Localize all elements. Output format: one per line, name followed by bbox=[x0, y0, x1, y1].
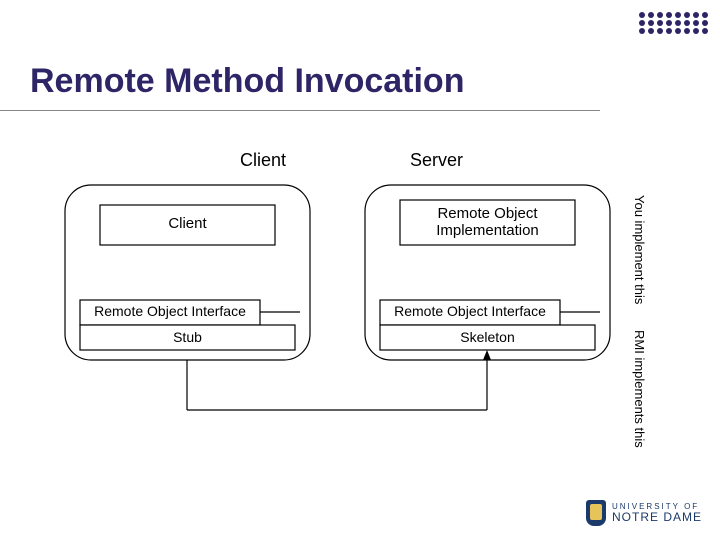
skeleton-label: Skeleton bbox=[380, 329, 595, 345]
server-interface-label: Remote Object Interface bbox=[380, 303, 560, 319]
slide-title: Remote Method Invocation bbox=[30, 62, 464, 101]
annotation-rmi-implements: RMI implements this bbox=[632, 330, 647, 448]
university-logo: UNIVERSITY OF NOTRE DAME bbox=[586, 500, 702, 526]
stub-label: Stub bbox=[80, 329, 295, 345]
column-label-client: Client bbox=[240, 150, 286, 171]
server-impl-line1: Remote Object bbox=[400, 205, 575, 222]
shield-icon bbox=[586, 500, 606, 526]
client-box-label: Client bbox=[100, 215, 275, 232]
title-underline bbox=[0, 110, 600, 111]
server-impl-line2: Implementation bbox=[400, 222, 575, 239]
annotation-you-implement: You implement this bbox=[632, 195, 647, 304]
column-label-server: Server bbox=[410, 150, 463, 171]
client-interface-label: Remote Object Interface bbox=[80, 303, 260, 319]
corner-dots bbox=[636, 10, 708, 34]
logo-line2: NOTRE DAME bbox=[612, 511, 702, 523]
